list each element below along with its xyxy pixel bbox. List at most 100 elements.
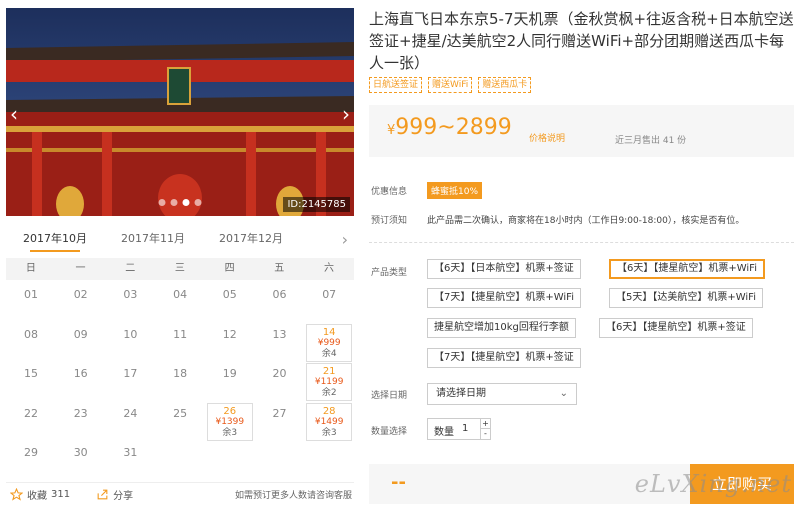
quantity-increment-icon[interactable]: + <box>480 419 490 429</box>
date-label: 选择日期 <box>371 391 408 401</box>
photo-prev-arrow[interactable]: ‹ <box>10 102 18 126</box>
calendar-day: 04 <box>157 284 203 322</box>
calendar-day-available[interactable]: 14 ¥999 余4 <box>306 323 353 362</box>
photo-pagination <box>158 199 202 206</box>
option-4[interactable]: 捷星航空增加10kg回程行李额 <box>427 318 576 338</box>
day-number: 02 <box>73 288 88 301</box>
day-number: 25 <box>173 406 188 420</box>
calendar-day: 16 <box>58 363 104 401</box>
calendar-grid: 01 02 03 04 05 06 07 08 09 10 11 12 13 14 ¥999 余4 15 16 17… <box>6 280 354 475</box>
product-tag: 日航送签证 <box>369 77 423 93</box>
day-number: 09 <box>73 327 88 341</box>
day-number: 06 <box>272 288 287 301</box>
tab-month-1[interactable]: 2017年11月 <box>104 224 202 254</box>
calendar-day-available[interactable]: 21 ¥1199 余2 <box>306 363 353 401</box>
calendar-day: 10 <box>107 324 153 362</box>
day-number: 16 <box>73 367 88 380</box>
calendar-day-available[interactable]: 26 ¥1399 余3 <box>206 402 253 441</box>
calendar-day: 12 <box>207 324 253 362</box>
star-icon <box>10 488 23 501</box>
chevron-down-icon: ⌄ <box>559 388 568 399</box>
day-number: 18 <box>173 367 188 380</box>
tab-month-0[interactable]: 2017年10月 <box>6 224 104 254</box>
quantity-value[interactable]: 1 <box>462 423 468 434</box>
day-number: 17 <box>123 367 138 380</box>
option-1-selected[interactable]: 【6天】【捷星航空】机票+WiFi <box>609 259 765 279</box>
option-6[interactable]: 【7天】【捷星航空】机票+签证 <box>427 348 581 368</box>
favorite-count: 311 <box>51 489 71 500</box>
right-panel: 上海直飞日本东京5-7天机票（金秋赏枫+往返含税+日本航空送签证+捷星/达美航空… <box>369 8 794 504</box>
day-price: ¥1199 <box>314 377 344 387</box>
favorite-button[interactable]: 收藏 311 <box>10 487 70 502</box>
day-number: 15 <box>24 367 38 380</box>
calendar-day: 01 <box>8 284 54 322</box>
day-number: 20 <box>272 367 287 380</box>
photo-next-arrow[interactable]: › <box>342 102 350 126</box>
quantity-label: 数量选择 <box>371 427 408 437</box>
day-number: 21 <box>322 366 336 377</box>
tab-month-2[interactable]: 2017年12月 <box>202 224 300 254</box>
photo-dot[interactable] <box>170 199 178 206</box>
option-3[interactable]: 【5天】【达美航空】机票+WiFi <box>609 288 763 308</box>
notice-text: 此产品需二次确认，商家将在18小时内（工作日9:00-18:00），核实是否有位… <box>427 216 745 226</box>
calendar-day: 25 <box>157 403 203 441</box>
weekday-label: 二 <box>125 263 136 274</box>
calendar-day: 23 <box>58 403 104 441</box>
day-remaining: 余2 <box>321 388 337 398</box>
day-number: 08 <box>24 327 38 341</box>
day-number: 14 <box>322 326 336 338</box>
quantity-stepper[interactable]: 数量 1 + - <box>427 418 491 440</box>
photo-dot[interactable] <box>194 199 202 206</box>
promo-badge: 蜂蜜抵10% <box>427 182 483 199</box>
calendar-day-available[interactable]: 28 ¥1499 余3 <box>306 402 353 441</box>
date-select[interactable]: 请选择日期 ⌄ <box>427 383 577 405</box>
calendar-day: 22 <box>8 403 54 441</box>
photo-dot-active[interactable] <box>182 199 190 206</box>
option-0[interactable]: 【6天】【日本航空】机票+签证 <box>427 259 581 279</box>
day-number: 07 <box>322 288 337 301</box>
day-number: 04 <box>173 288 188 301</box>
calendar-day: 02 <box>58 284 104 322</box>
price-note-link[interactable]: 价格说明 <box>529 131 565 144</box>
calendar-day: 07 <box>306 284 352 322</box>
calendar-day: 27 <box>257 403 303 441</box>
day-number: 10 <box>123 327 138 341</box>
share-label: 分享 <box>113 491 134 502</box>
calendar-day: 30 <box>58 442 104 480</box>
day-number: 19 <box>222 367 237 380</box>
calendar-day: 24 <box>107 403 153 441</box>
weekday-label: 五 <box>274 263 285 274</box>
calendar-day: 19 <box>207 363 253 401</box>
day-number: 12 <box>222 327 237 341</box>
day-number: 22 <box>24 406 38 420</box>
product-tag: 赠送西瓜卡 <box>478 77 532 93</box>
day-remaining: 余3 <box>321 427 337 438</box>
weekday-label: 三 <box>174 263 185 274</box>
price-value: 999~2899 <box>395 115 512 140</box>
day-number: 28 <box>322 405 336 417</box>
photo-dot[interactable] <box>158 199 166 206</box>
quantity-decrement-icon[interactable]: - <box>480 429 490 439</box>
day-price: ¥999 <box>317 337 341 348</box>
option-5[interactable]: 【6天】【捷星航空】机票+签证 <box>599 318 753 338</box>
price-box: ¥999~2899 价格说明 近三月售出 41 份 <box>369 105 794 157</box>
day-number: 05 <box>222 288 237 301</box>
weekday-header: 日 一 二 三 四 五 六 <box>6 258 354 280</box>
quantity-field-label: 数量 <box>434 427 454 438</box>
divider <box>369 242 794 243</box>
day-remaining: 余4 <box>321 348 337 359</box>
calendar-day: 09 <box>58 324 104 362</box>
product-type-label: 产品类型 <box>371 268 408 278</box>
share-button[interactable]: 分享 <box>96 487 133 502</box>
option-2[interactable]: 【7天】【捷星航空】机票+WiFi <box>427 288 581 308</box>
weekday-label: 四 <box>224 263 235 274</box>
promo-label: 优惠信息 <box>371 187 408 197</box>
left-panel: ‹ › ID:2145785 2017年10月 2017年11月 2017年12… <box>6 8 354 502</box>
product-photo[interactable]: ‹ › ID:2145785 <box>6 8 354 216</box>
action-bar: 收藏 311 分享 如需预订更多人数请咨询客服 <box>6 482 354 506</box>
watermark-logo: eLvXing.net <box>634 470 792 498</box>
day-number: 31 <box>123 446 138 459</box>
month-next-icon[interactable]: › <box>342 230 348 249</box>
photo-id-label: ID:2145785 <box>283 197 350 212</box>
sold-count: 近三月售出 41 份 <box>615 136 687 146</box>
